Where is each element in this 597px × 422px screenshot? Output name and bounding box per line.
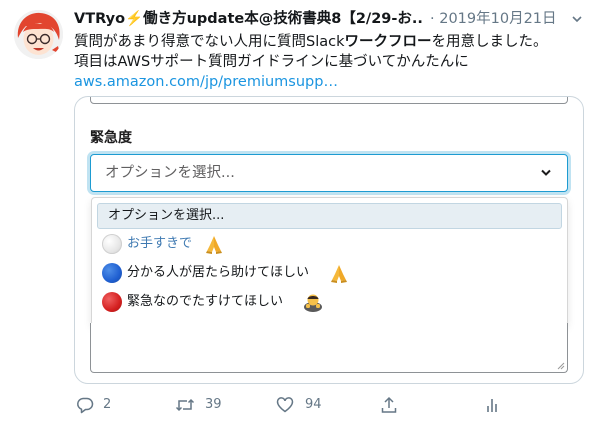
tweet-text: 質問があまり得意でない人用に質問Slackワークフローを用意しました。 項目はA…: [74, 32, 584, 92]
tweet-text-line1-post: を用意しました。: [431, 34, 548, 50]
select-dropdown: オプションを選択... お手すきで 分かる人が居たら助けてほしい 緊急なのでたす…: [91, 197, 568, 326]
share-button[interactable]: [380, 394, 402, 416]
white-circle-icon: [102, 234, 122, 254]
option-otesuki[interactable]: お手すきで: [97, 231, 562, 257]
folded-hands-icon: [206, 236, 222, 254]
retweet-count: 39: [205, 397, 222, 412]
option-help-if-possible[interactable]: 分かる人が居たら助けてほしい: [97, 260, 562, 286]
option-label: お手すきで: [127, 236, 193, 251]
option-urgent[interactable]: 緊急なのでたすけてほしい: [97, 289, 562, 315]
previous-input-field: [90, 97, 568, 104]
select-placeholder: オプションを選択...: [105, 165, 235, 181]
option-label: オプションを選択...: [108, 208, 225, 223]
option-placeholder[interactable]: オプションを選択...: [97, 203, 562, 229]
tweet-text-line1-bold: ワークフロー: [344, 34, 432, 50]
analytics-button[interactable]: [483, 394, 505, 416]
blue-circle-icon: [102, 263, 122, 283]
avatar-illustration: [14, 10, 63, 59]
tweet-actions: 2 39 94: [74, 394, 504, 416]
resize-handle-icon[interactable]: [556, 361, 565, 370]
retweet-button[interactable]: 39: [175, 394, 245, 416]
tweet-text-line1-pre: 質問があまり得意でない人用に質問Slack: [74, 34, 345, 50]
reply-count: 2: [103, 397, 112, 412]
option-label: 分かる人が居たら助けてほしい: [127, 265, 310, 280]
analytics-icon: [487, 399, 497, 412]
like-button[interactable]: 94: [276, 394, 346, 416]
option-label: 緊急なのでたすけてほしい: [127, 294, 284, 309]
bowing-person-icon: [304, 294, 322, 312]
folded-hands-icon: [331, 265, 347, 283]
avatar[interactable]: [14, 10, 63, 59]
share-icon: [381, 396, 397, 413]
more-chevron-icon[interactable]: [569, 8, 585, 30]
chevron-down-icon: [541, 169, 551, 176]
tweet-text-line2: 項目はAWSサポート質問ガイドラインに基づいてかんたんに: [74, 54, 469, 70]
heart-icon: [276, 397, 294, 413]
tweet-link[interactable]: aws.amazon.com/jp/premiumsupp…: [74, 74, 338, 90]
display-name[interactable]: VTRyo⚡️働き方update本@技術書典8【2/29-お...: [74, 8, 422, 30]
retweet-icon: [175, 398, 195, 412]
reply-icon: [77, 397, 94, 414]
like-count: 94: [305, 397, 322, 412]
tweet-date[interactable]: · 2019年10月21日: [430, 8, 557, 30]
urgency-select[interactable]: オプションを選択...: [90, 154, 568, 192]
description-textarea[interactable]: [90, 323, 568, 373]
media-card[interactable]: 緊急度 オプションを選択... オプションを選択... お手すきで 分かる人が居…: [74, 96, 584, 384]
red-circle-icon: [102, 292, 122, 312]
reply-button[interactable]: 2: [76, 394, 136, 416]
tweet-header: VTRyo⚡️働き方update本@技術書典8【2/29-お... · 2019…: [74, 8, 585, 30]
field-label: 緊急度: [90, 130, 132, 146]
